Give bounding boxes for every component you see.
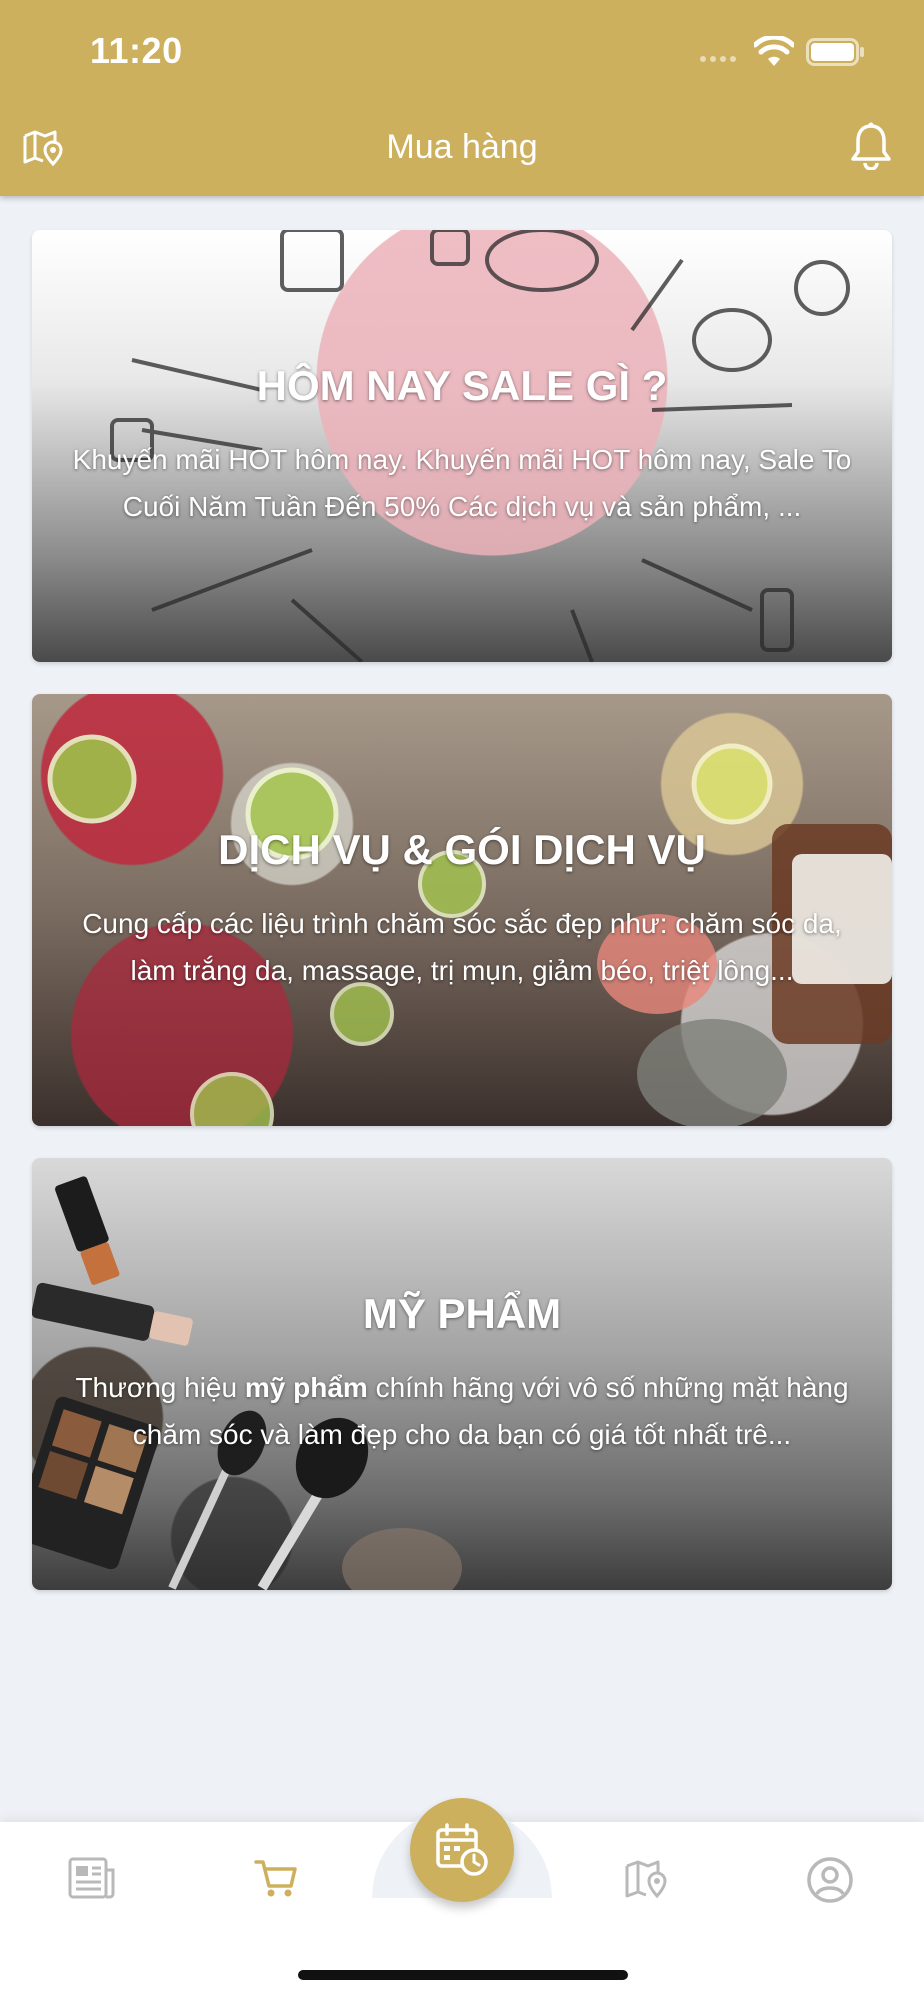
card-title: MỸ PHẨM <box>362 1290 562 1337</box>
card-description-bold: mỹ phẩm <box>244 1372 368 1403</box>
page-title: Mua hàng <box>386 128 538 166</box>
cart-icon[interactable] <box>254 1856 298 1900</box>
card-description-prefix: Thương hiệu <box>75 1372 245 1403</box>
card-description: Cung cấp các liệu trình chăm sóc sắc đẹp… <box>82 908 842 986</box>
calendar-clock-icon <box>436 1823 488 1876</box>
booking-fab-button[interactable] <box>410 1798 514 1902</box>
status-time: 11:20 <box>90 30 183 71</box>
card-sale-content: HÔM NAY SALE GÌ ? Khuyến mãi HOT hôm nay… <box>32 230 892 662</box>
home-indicator <box>298 1970 628 1980</box>
newspaper-icon[interactable] <box>68 1856 116 1900</box>
user-icon[interactable] <box>806 1856 854 1904</box>
card-cosmetic-content: MỸ PHẨM Thương hiệu mỹ phẩm chính hãng v… <box>32 1158 892 1590</box>
card-description: Thương hiệu mỹ phẩm chính hãng với vô số… <box>72 1364 852 1458</box>
card-description: Khuyến mãi HOT hôm nay. Khuyến mãi HOT h… <box>72 444 852 522</box>
map-pin-icon[interactable] <box>624 1856 670 1900</box>
card-title: DỊCH VỤ & GÓI DỊCH VỤ <box>218 826 706 873</box>
card-service-content: DỊCH VỤ & GÓI DỊCH VỤ Cung cấp các liệu … <box>32 694 892 1126</box>
notification-bell-icon[interactable] <box>848 122 894 170</box>
card-services[interactable]: DỊCH VỤ & GÓI DỊCH VỤ Cung cấp các liệu … <box>32 694 892 1126</box>
card-title: HÔM NAY SALE GÌ ? <box>256 362 668 409</box>
battery-icon <box>806 38 864 66</box>
card-today-sale[interactable]: HÔM NAY SALE GÌ ? Khuyến mãi HOT hôm nay… <box>32 230 892 662</box>
card-cosmetics[interactable]: MỸ PHẨM Thương hiệu mỹ phẩm chính hãng v… <box>32 1158 892 1590</box>
app-header: 11:20 Mua hàng <box>0 0 924 196</box>
cellular-signal-icon <box>700 56 736 62</box>
wifi-icon <box>754 36 794 66</box>
